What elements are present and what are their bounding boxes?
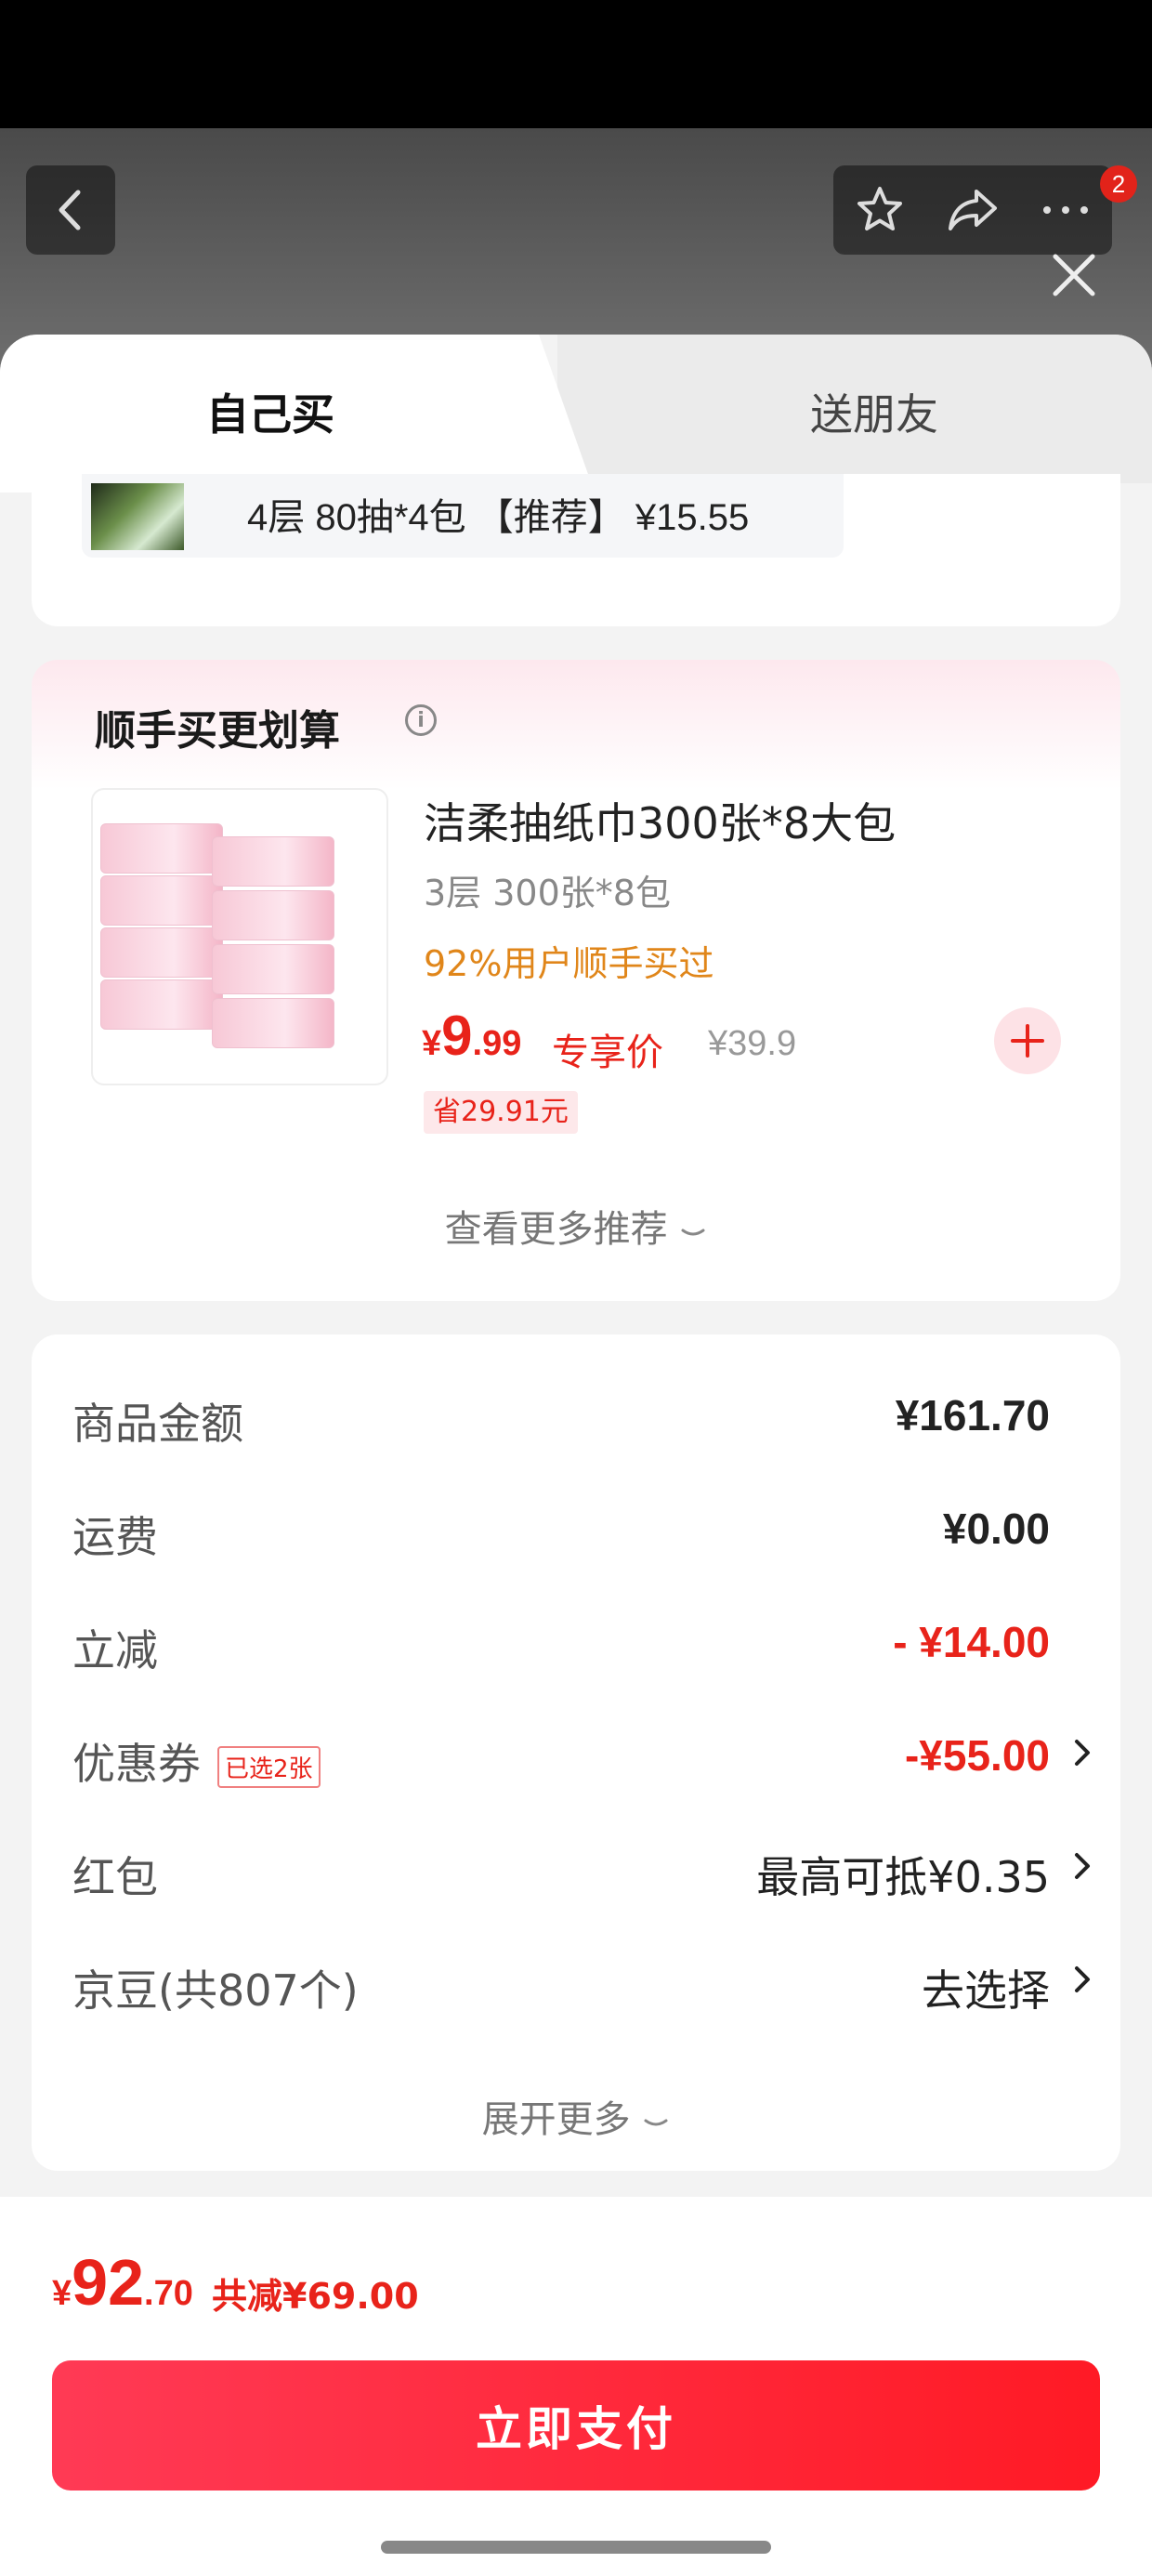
home-indicator [381,2541,771,2554]
tissue-pack-graphic [212,890,334,940]
exclusive-price-label: 专享价 [552,1032,663,1074]
back-button[interactable] [26,165,115,255]
price-currency: ¥ [422,1024,442,1063]
chevron-right-icon [1075,1966,1090,1992]
summary-row-shipping: 运费 ¥0.00 [72,1494,1113,1569]
see-more-recommendations[interactable]: 查看更多推荐 [32,1199,1120,1253]
summary-row-red-envelope[interactable]: 红包 最高可抵¥0.35 [72,1834,1113,1909]
selected-sku-card: 4层 80抽*4包 【推荐】 ¥15.55 [32,474,1120,626]
row-label: 京豆(共807个) [72,1965,359,2016]
selected-sku-chip[interactable]: 4层 80抽*4包 【推荐】 ¥15.55 [82,474,844,558]
add-on-recommendation-card: 顺手买更划算 i 洁柔抽纸巾300张*8大包 3层 300张*8包 92%用户顺… [32,660,1120,1301]
purchase-mode-tabs: 自己买 送朋友 [0,335,1152,493]
add-product-button[interactable] [994,1007,1061,1074]
plus-icon [1011,1024,1044,1058]
price-decimal: .99 [472,1024,522,1063]
row-label-wrap: 优惠券 已选2张 [72,1730,321,1792]
row-label: 红包 [72,1852,158,1902]
close-sheet-button[interactable] [1037,238,1111,312]
total-currency: ¥ [52,2274,72,2313]
chevron-down-icon [644,2119,668,2126]
total-saved: 共减¥69.00 [212,2276,419,2317]
info-icon[interactable]: i [405,704,437,736]
row-value: - ¥14.00 [893,1618,1050,1666]
close-icon [1053,254,1095,296]
checkout-footer: ¥92.70 共减¥69.00 立即支付 [0,2197,1152,2576]
row-value: ¥0.00 [942,1505,1050,1553]
expand-more-label: 展开更多 [481,2098,631,2141]
pay-now-button[interactable]: 立即支付 [52,2360,1100,2491]
product-name[interactable]: 洁柔抽纸巾300张*8大包 [424,790,896,851]
chevron-right-icon [1075,1853,1090,1879]
more-dots-icon [1043,206,1088,214]
expand-more-button[interactable]: 展开更多 [32,2089,1120,2143]
row-label: 商品金额 [72,1399,243,1449]
tissue-pack-graphic [100,979,223,1030]
product-spec: 3层 300张*8包 [424,873,671,913]
favorite-button[interactable] [833,165,926,255]
total-price: ¥92.70 [52,2245,193,2320]
tissue-pack-graphic [212,944,334,994]
tissue-pack-graphic [212,998,334,1048]
share-icon [949,190,997,230]
star-icon [857,187,902,230]
sku-thumbnail [91,483,184,550]
order-summary-card: 商品金额 ¥161.70 运费 ¥0.00 立减 - ¥14.00 优惠券 已选2… [32,1334,1120,2171]
chevron-left-icon [59,190,81,230]
price-integer: 9 [441,1005,473,1067]
row-value: ¥161.70 [895,1391,1050,1439]
product-image[interactable] [91,788,388,1085]
summary-row-goods-amount: 商品金额 ¥161.70 [72,1381,1113,1455]
tissue-pack-graphic [100,823,223,874]
share-button[interactable] [926,165,1019,255]
status-bar [0,0,1152,128]
summary-row-instant-discount: 立减 - ¥14.00 [72,1608,1113,1682]
see-more-label: 查看更多推荐 [444,1208,668,1251]
summary-row-coupon[interactable]: 优惠券 已选2张 -¥55.00 [72,1721,1113,1795]
row-value: -¥55.00 [904,1731,1050,1780]
sku-description: 4层 80抽*4包 【推荐】 ¥15.55 [247,497,750,538]
total-decimal: .70 [144,2274,193,2313]
tissue-pack-graphic [100,927,223,978]
chevron-right-icon [1075,1740,1090,1766]
row-label: 立减 [72,1625,158,1676]
chevron-down-icon [681,1229,705,1236]
tab-send-to-friend[interactable]: 送朋友 [810,381,938,442]
checkout-sheet: 自己买 送朋友 4层 80抽*4包 【推荐】 ¥15.55 顺手买更划算 i 洁… [0,335,1152,2576]
original-price: ¥39.9 [708,1024,797,1063]
recommend-title: 顺手买更划算 [95,707,340,755]
product-price: ¥9.99 [422,1004,521,1068]
total-integer: 92 [72,2246,145,2319]
coupon-label: 优惠券 [72,1739,201,1789]
savings-tag: 省29.91元 [424,1091,578,1134]
cart-count-badge: 2 [1100,165,1137,203]
tab-buy-for-self[interactable]: 自己买 [206,381,334,442]
coupon-selected-tag: 已选2张 [217,1746,321,1788]
product-buyers-stat: 92%用户顺手买过 [424,943,714,984]
tissue-pack-graphic [212,836,334,887]
row-label: 运费 [72,1512,158,1562]
row-value: 去选择 [922,1965,1050,2016]
tissue-pack-graphic [100,875,223,926]
row-value: 最高可抵¥0.35 [756,1852,1050,1902]
summary-row-jd-beans[interactable]: 京豆(共807个) 去选择 [72,1948,1113,2022]
